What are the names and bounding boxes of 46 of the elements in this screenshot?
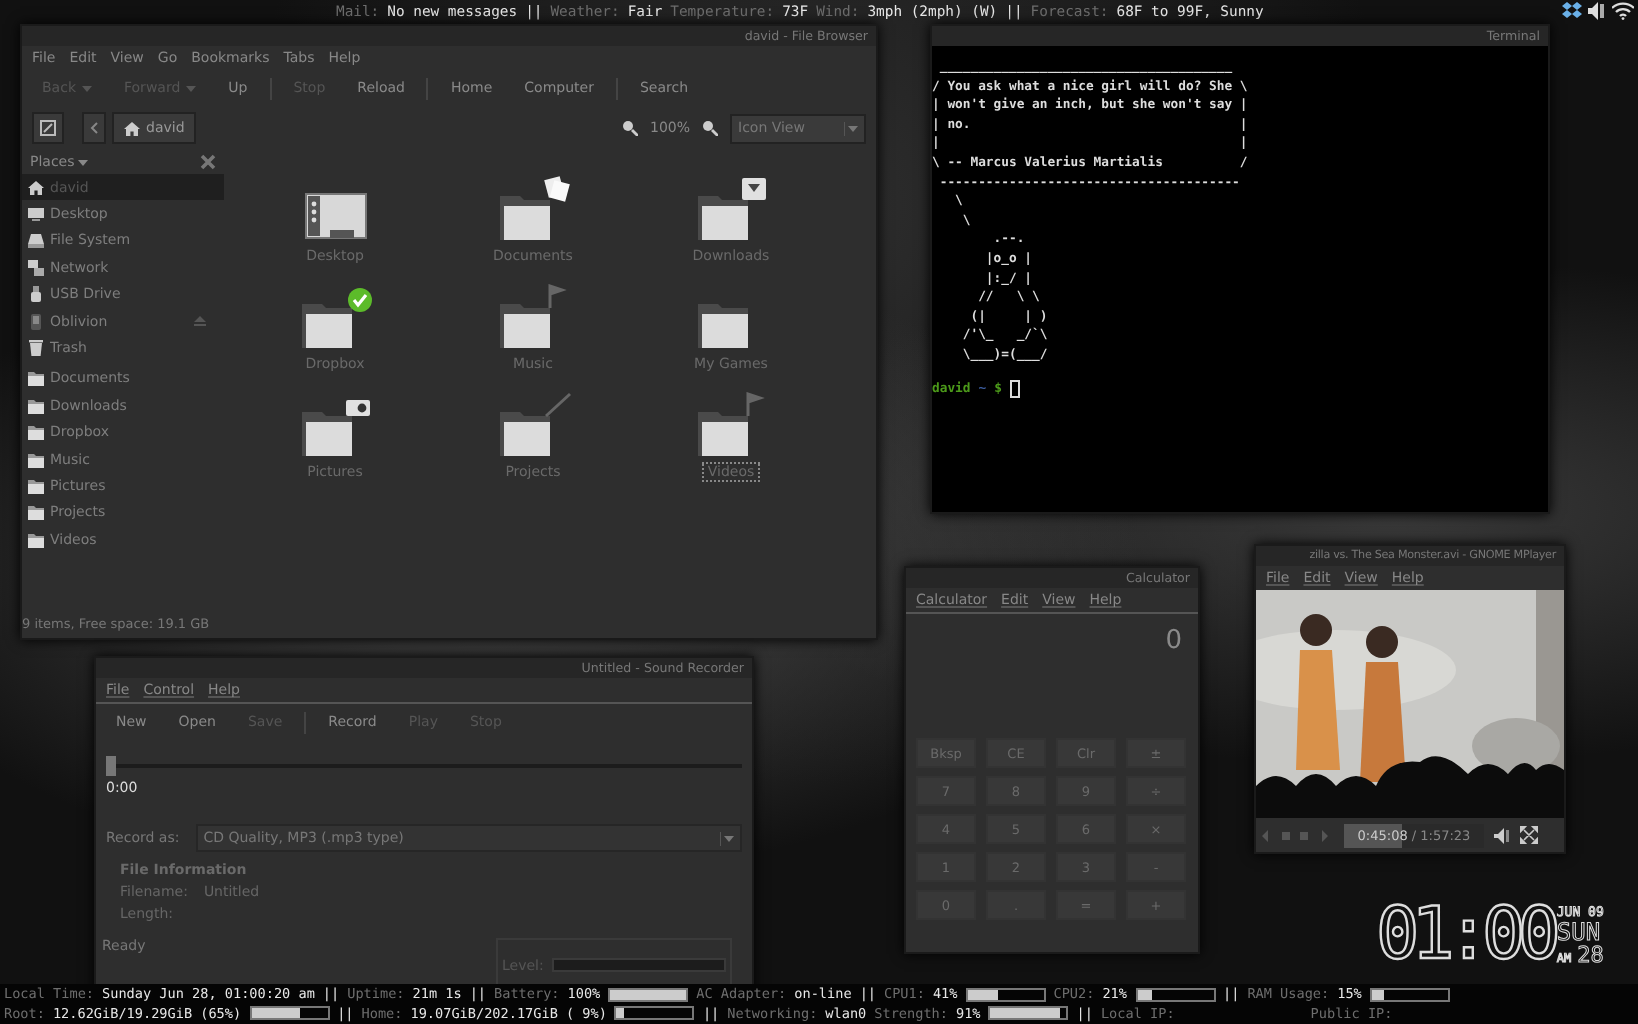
caret-icon <box>844 121 858 135</box>
home-icon <box>124 121 140 135</box>
trash-icon <box>28 340 44 357</box>
speaker-icon[interactable] <box>1588 2 1606 20</box>
fullscreen-icon[interactable] <box>1520 826 1538 844</box>
clock-day: 28 <box>1577 943 1604 966</box>
folder-icon <box>28 424 44 441</box>
calculator-display: 0 <box>1165 626 1182 656</box>
folder-icon <box>28 504 44 521</box>
usage-bar <box>1369 987 1450 1002</box>
zoom-out-icon[interactable] <box>621 120 638 136</box>
caret-icon <box>78 159 89 165</box>
clock-time: 01:00 <box>1376 898 1553 974</box>
volume-icon[interactable] <box>1494 827 1510 843</box>
pencil-square-icon <box>40 120 56 136</box>
folder-icon <box>28 397 44 414</box>
caret-icon <box>720 831 734 845</box>
folder-icon <box>28 451 44 468</box>
caret-icon <box>186 86 197 92</box>
caret-icon <box>82 86 92 92</box>
home-icon <box>28 179 44 196</box>
usage-bar <box>249 1006 330 1021</box>
usage-bar <box>1135 987 1215 1002</box>
dropbox-icon[interactable] <box>1562 2 1582 20</box>
wifi-icon[interactable] <box>1612 2 1634 20</box>
slider-thumb[interactable] <box>106 756 116 776</box>
zoom-in-icon[interactable] <box>702 120 718 136</box>
usage-bar <box>988 1006 1069 1021</box>
usage-bar <box>965 987 1046 1002</box>
chevron-left-icon <box>90 122 98 134</box>
usage-bar <box>614 1006 695 1021</box>
monitor-icon <box>28 206 44 223</box>
text-cursor <box>1009 379 1020 397</box>
phone-icon <box>28 313 44 330</box>
edit-location-button[interactable] <box>32 112 64 144</box>
usage-bar <box>608 987 689 1002</box>
desktop-icon[interactable] <box>301 188 369 244</box>
drive-icon <box>28 232 44 249</box>
folder-icon <box>28 531 44 548</box>
folder-icon <box>28 370 44 387</box>
clock-weekday: SUN <box>1556 919 1601 944</box>
back-chevron-button[interactable] <box>82 112 106 144</box>
close-icon[interactable] <box>200 154 216 170</box>
folder-icon <box>28 477 44 494</box>
usb-drive-icon <box>28 286 44 303</box>
network-icon <box>28 259 44 276</box>
